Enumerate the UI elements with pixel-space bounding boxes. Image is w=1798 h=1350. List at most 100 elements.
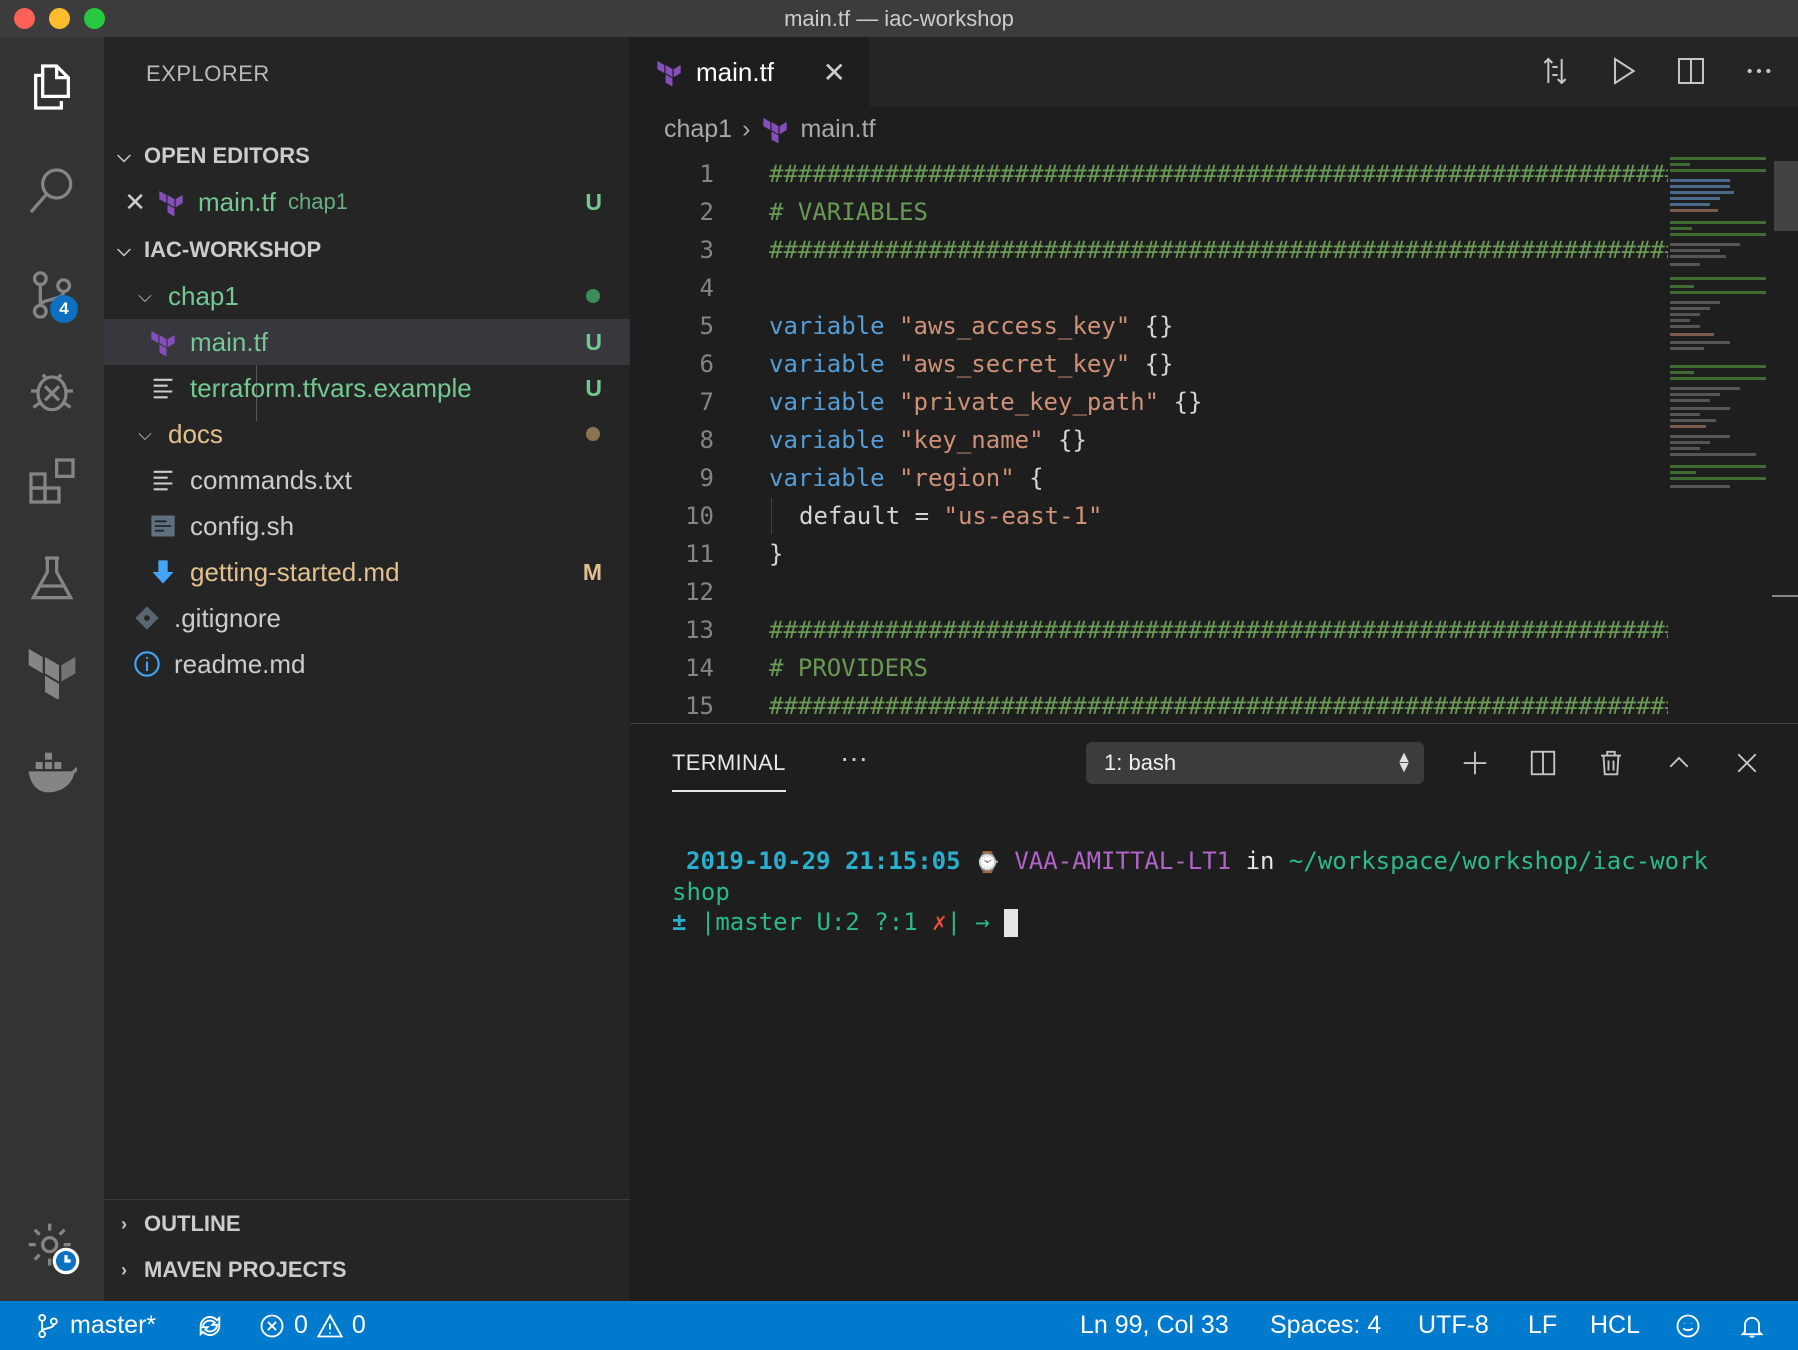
scroll-thumb[interactable]: [1774, 161, 1798, 231]
minimap[interactable]: [1668, 155, 1768, 723]
text-file-icon: [148, 373, 178, 403]
tab-main-tf[interactable]: main.tf ✕: [630, 37, 870, 107]
close-tab-icon[interactable]: ✕: [823, 56, 846, 89]
activity-bar: 4: [0, 37, 104, 1301]
tree-file-tfvars[interactable]: terraform.tfvars.example U: [104, 365, 630, 411]
file-name: getting-started.md: [190, 556, 400, 587]
close-icon[interactable]: ✕: [104, 187, 146, 218]
cursor-position[interactable]: Ln 99, Col 33: [1080, 1301, 1229, 1350]
git-status-badge: M: [582, 558, 602, 585]
feedback-smiley-icon[interactable]: [1674, 1301, 1702, 1350]
run-icon[interactable]: [1604, 51, 1642, 91]
warning-icon: [316, 1313, 344, 1337]
sync-icon[interactable]: [196, 1301, 224, 1350]
close-panel-icon[interactable]: [1728, 742, 1766, 784]
tree-folder-docs[interactable]: ⌵ docs: [104, 411, 630, 457]
extensions-icon[interactable]: [22, 451, 82, 511]
code-line: 6 variable "aws_secret_key" {}: [699, 350, 1174, 378]
terminal-select[interactable]: 1: bash ▲ ▼: [1086, 742, 1424, 784]
tree-file-gitignore[interactable]: .gitignore: [104, 595, 630, 641]
scm-badge: 4: [50, 295, 78, 323]
terraform-icon[interactable]: [22, 641, 82, 701]
code-line: 1 #######################################…: [699, 160, 1668, 188]
compare-changes-icon[interactable]: [1536, 51, 1574, 91]
open-editors-label: OPEN EDITORS: [144, 143, 310, 168]
language-mode[interactable]: HCL: [1590, 1301, 1640, 1350]
zoom-window-button[interactable]: [84, 8, 105, 29]
error-count: 0: [294, 1311, 308, 1339]
prompt-dirty: ✗: [932, 908, 947, 936]
tree-folder-chap1[interactable]: ⌵ chap1: [104, 273, 630, 319]
tree-file-readme[interactable]: readme.md: [104, 641, 630, 687]
open-editor-name: main.tf: [198, 186, 277, 217]
close-window-button[interactable]: [14, 8, 35, 29]
line-ending[interactable]: LF: [1528, 1301, 1557, 1350]
kill-terminal-icon[interactable]: [1592, 742, 1630, 784]
clock-icon: ⌚: [975, 850, 1000, 874]
indent-guide: [771, 498, 772, 534]
tree-file-getting-started[interactable]: getting-started.md M: [104, 549, 630, 595]
open-editor-item[interactable]: ✕ main.tf chap1 U: [104, 179, 630, 225]
terminal-cursor: [1004, 909, 1019, 937]
terminal-select-value: 1: bash: [1104, 750, 1177, 775]
more-actions-icon[interactable]: [1740, 51, 1778, 91]
chevron-down-icon: ⌵: [117, 145, 131, 166]
info-file-icon: [132, 649, 162, 679]
chevron-right-icon: ›: [121, 1213, 127, 1234]
test-flask-icon[interactable]: [22, 549, 82, 609]
terraform-file-icon: [148, 327, 178, 357]
title-bar: main.tf — iac-workshop: [0, 0, 1798, 37]
settings-gear-icon[interactable]: [22, 1217, 82, 1277]
minimize-window-button[interactable]: [49, 8, 70, 29]
encoding[interactable]: UTF-8: [1418, 1301, 1489, 1350]
branch-indicator[interactable]: master*: [34, 1301, 156, 1350]
file-name: config.sh: [190, 510, 295, 541]
error-icon: [260, 1314, 284, 1337]
prompt-datetime: 2019-10-29 21:15:05: [686, 847, 961, 875]
maximize-panel-icon[interactable]: [1660, 742, 1698, 784]
tab-terminal[interactable]: TERMINAL: [672, 750, 786, 776]
tree-file-commands[interactable]: commands.txt: [104, 457, 630, 503]
open-editor-folder: chap1: [288, 189, 348, 214]
git-file-icon: [132, 603, 162, 633]
git-branch-icon: [38, 1313, 58, 1338]
explorer-icon[interactable]: [22, 57, 82, 117]
debug-icon[interactable]: [22, 361, 82, 421]
outline-header[interactable]: › OUTLINE: [104, 1201, 630, 1247]
terraform-file-icon: [654, 57, 684, 87]
branch-name: master*: [70, 1311, 157, 1339]
open-editors-header[interactable]: ⌵ OPEN EDITORS: [104, 133, 630, 179]
code-line: 9 variable "region" {: [699, 464, 1044, 492]
chevron-right-icon: ›: [742, 114, 751, 143]
terminal-output[interactable]: 2019-10-29 21:15:05 ⌚ VAA-AMITTAL-LT1 in…: [672, 846, 1772, 937]
tree-file-main-tf[interactable]: main.tf U: [104, 319, 630, 365]
status-bar: master* 0 0 Ln 99, Col 33 Spaces: 4 UTF-…: [0, 1301, 1798, 1350]
code-line: 15 ######################################…: [685, 692, 1668, 720]
panel-more-button[interactable]: ···: [840, 742, 868, 774]
source-control-icon[interactable]: 4: [22, 265, 82, 325]
window-controls: [14, 8, 105, 29]
breadcrumb-file[interactable]: main.tf: [800, 115, 875, 144]
code-editor[interactable]: 1 #######################################…: [630, 155, 1668, 723]
chevron-down-icon: ⌵: [138, 423, 152, 444]
code-line: 12: [685, 578, 714, 606]
problems-indicator[interactable]: 0 0: [258, 1301, 366, 1350]
indentation[interactable]: Spaces: 4: [1270, 1301, 1381, 1350]
split-editor-icon[interactable]: [1672, 51, 1710, 91]
breadcrumb-folder[interactable]: chap1: [664, 115, 732, 144]
explorer-sidebar: EXPLORER ⌵ OPEN EDITORS ✕ main.tf chap1 …: [104, 37, 630, 1301]
git-status-badge: U: [585, 188, 602, 215]
search-icon[interactable]: [22, 161, 82, 221]
shell-file-icon: [148, 511, 178, 541]
docker-icon[interactable]: [22, 739, 82, 799]
workspace-header[interactable]: ⌵ IAC-WORKSHOP: [104, 227, 630, 273]
outline-label: OUTLINE: [144, 1211, 241, 1236]
notifications-bell-icon[interactable]: [1738, 1301, 1766, 1350]
folder-name: chap1: [168, 280, 239, 311]
split-terminal-icon[interactable]: [1524, 742, 1562, 784]
modified-dot: [586, 427, 600, 441]
maven-header[interactable]: › MAVEN PROJECTS: [104, 1247, 630, 1293]
editor-scrollbar[interactable]: [1770, 155, 1798, 723]
tree-file-config-sh[interactable]: config.sh: [104, 503, 630, 549]
new-terminal-icon[interactable]: [1456, 742, 1494, 784]
